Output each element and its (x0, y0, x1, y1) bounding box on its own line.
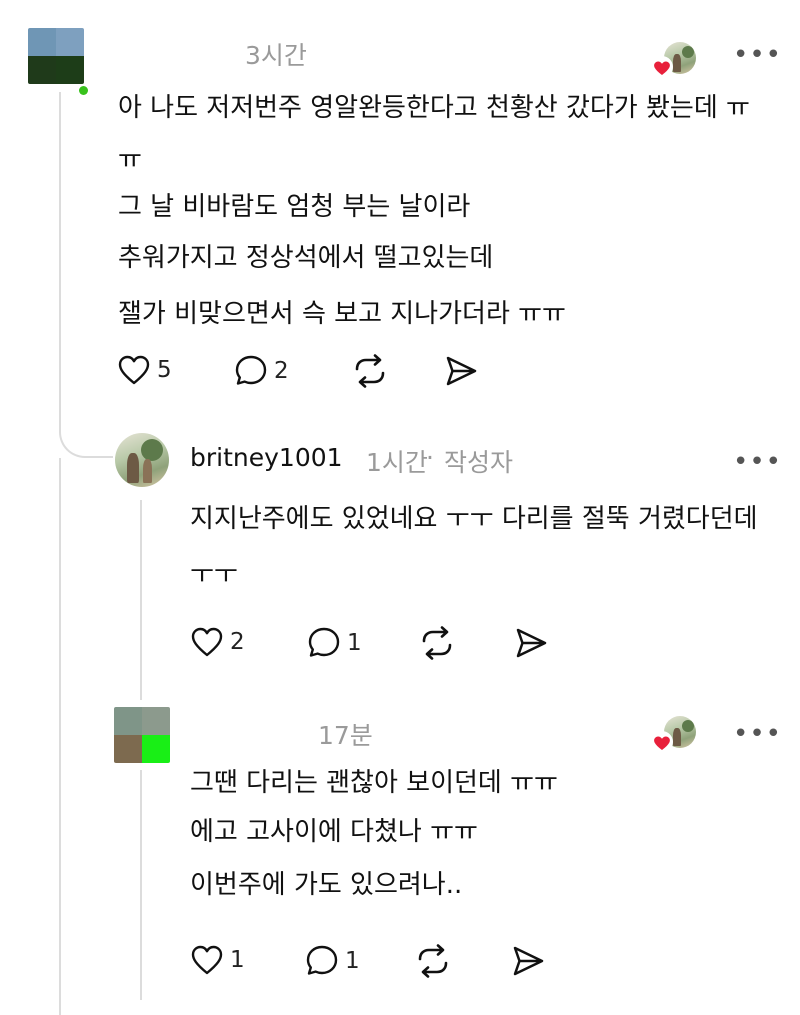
online-dot (79, 86, 88, 95)
comment-line: 그 날 비바람도 엄청 부는 날이라 (118, 192, 471, 222)
reply-count: 2 (274, 357, 289, 384)
comment-line: 잴가 비맞으면서 슥 보고 지나가더라 ㅠㅠ (118, 299, 566, 329)
meta-separator: · (426, 443, 434, 472)
comment-line: 그땐 다리는 괜찮아 보이던데 ㅠㅠ (190, 768, 558, 798)
thread-line (140, 500, 142, 700)
liked-heart-icon (651, 56, 673, 78)
reply-button[interactable]: 1 (307, 626, 362, 659)
comment-time: 17분 (318, 721, 373, 750)
repost-icon (422, 626, 452, 660)
thread-line-curve (59, 410, 113, 458)
repost-icon (418, 944, 448, 978)
reply-button[interactable]: 2 (234, 354, 289, 387)
thread-line (59, 92, 61, 432)
more-icon[interactable]: ••• (733, 42, 782, 68)
comment-line: 지지난주에도 있었네요 ㅜㅜ 다리를 절뚝 거렸다던데 (190, 504, 758, 534)
share-button[interactable] (513, 626, 549, 660)
comment-line: 아 나도 저저번주 영알완등한다고 천황산 갔다가 봤는데 ㅠ (118, 93, 750, 123)
liked-heart-icon (651, 731, 673, 753)
share-icon (513, 946, 544, 976)
avatar[interactable] (114, 707, 170, 763)
avatar[interactable] (115, 433, 169, 487)
comment-time: 1시간 (366, 448, 428, 477)
share-button[interactable] (510, 944, 546, 978)
thread-line (140, 770, 142, 1000)
comment-line: ㅜㅜ (190, 560, 238, 590)
comment-body: 지지난주에도 있었네요 ㅜㅜ 다리를 절뚝 거렸다던데 ㅜㅜ (190, 491, 758, 603)
reply-count: 1 (345, 947, 360, 974)
share-icon (516, 628, 547, 658)
repost-icon (355, 354, 385, 388)
comment-icon (235, 355, 267, 385)
like-button[interactable]: 5 (117, 354, 172, 386)
comment-line: ㅠ (118, 145, 142, 175)
avatar[interactable] (28, 28, 84, 84)
comment-icon (306, 945, 338, 975)
comment-line: 이번주에 가도 있으려나.. (190, 870, 463, 900)
heart-icon (118, 355, 150, 385)
like-button[interactable]: 1 (190, 944, 245, 976)
repost-button[interactable] (414, 943, 452, 979)
like-button[interactable]: 2 (190, 626, 245, 658)
reply-button[interactable]: 1 (305, 944, 360, 977)
repost-button[interactable] (351, 353, 389, 389)
like-count: 5 (157, 357, 172, 383)
comment-body: 아 나도 저저번주 영알완등한다고 천황산 갔다가 봤는데 ㅠ ㅠ 그 날 비바… (118, 80, 750, 342)
share-button[interactable] (443, 354, 479, 388)
author-badge: 작성자 (444, 448, 514, 477)
comment-line: 에고 고사이에 다쳤나 ㅠㅠ (190, 817, 478, 847)
like-count: 2 (230, 629, 245, 655)
comment-time: 3시간 (245, 41, 307, 70)
like-count: 1 (230, 947, 245, 973)
thread-line (59, 458, 61, 1015)
heart-icon (191, 627, 223, 657)
comment-line: 추워가지고 정상석에서 떨고있는데 (118, 243, 494, 273)
comment-body: 그땐 다리는 괜찮아 보이던데 ㅠㅠ 에고 고사이에 다쳤나 ㅠㅠ 이번주에 가… (190, 759, 558, 913)
more-icon[interactable]: ••• (733, 449, 782, 475)
comment-icon (308, 627, 340, 657)
repost-button[interactable] (418, 625, 456, 661)
heart-icon (191, 945, 223, 975)
reply-count: 1 (347, 629, 362, 656)
more-icon[interactable]: ••• (733, 721, 782, 747)
share-icon (446, 356, 477, 386)
username[interactable]: britney1001 (190, 443, 343, 472)
